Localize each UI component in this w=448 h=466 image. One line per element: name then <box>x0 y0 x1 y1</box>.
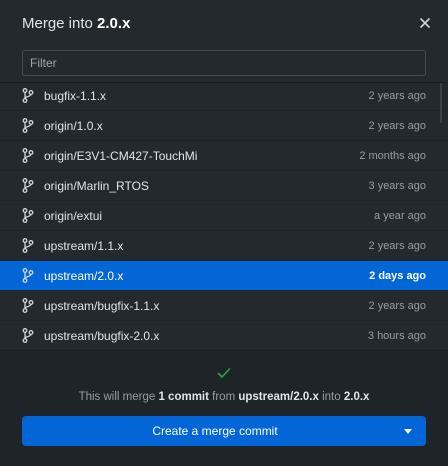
title-target-branch: 2.0.x <box>97 14 131 32</box>
merge-dialog: Merge into 2.0.x bugfix-1.1.x 2 years ago… <box>0 0 448 466</box>
branch-updated-time: 3 years ago <box>368 179 426 192</box>
branch-row[interactable]: bugfix-1.1.x 2 years ago <box>0 83 448 111</box>
branch-name: bugfix-1.1.x <box>44 88 107 103</box>
git-branch-icon <box>22 178 36 194</box>
branch-name: origin/Marlin_RTOS <box>44 178 149 193</box>
branch-row[interactable]: origin/extui a year ago <box>0 201 448 231</box>
branch-updated-time: 2 days ago <box>369 269 426 282</box>
git-branch-icon <box>22 88 36 104</box>
check-icon <box>217 368 231 378</box>
title-prefix: Merge into <box>22 14 93 32</box>
git-branch-icon <box>22 298 36 314</box>
branch-row[interactable]: origin/1.0.x 2 years ago <box>0 111 448 141</box>
git-branch-icon <box>22 118 36 134</box>
close-icon <box>420 18 430 28</box>
git-branch-icon <box>22 328 36 344</box>
git-branch-icon <box>22 148 36 164</box>
summary-source-branch: upstream/2.0.x <box>238 391 319 403</box>
summary-into: into <box>322 391 341 403</box>
filter-input[interactable] <box>22 50 426 76</box>
branch-updated-time: 2 years ago <box>368 299 426 312</box>
branch-updated-time: 2 years ago <box>368 239 426 252</box>
branch-row[interactable]: upstream/1.1.x 2 years ago <box>0 231 448 261</box>
close-button[interactable] <box>416 14 434 32</box>
git-branch-icon <box>22 208 36 224</box>
branch-updated-time: 3 hours ago <box>367 329 426 342</box>
branch-updated-time: 2 years ago <box>368 89 426 102</box>
summary-prefix: This will merge <box>78 391 156 403</box>
branch-row[interactable]: upstream/bugfix-1.1.x 2 years ago <box>0 291 448 321</box>
create-merge-commit-button[interactable]: Create a merge commit <box>22 416 426 446</box>
branch-updated-time: a year ago <box>374 209 426 222</box>
branch-list[interactable]: bugfix-1.1.x 2 years ago origin/1.0.x 2 yea… <box>0 82 448 351</box>
branch-row[interactable]: upstream/bugfix-2.0.x 3 hours ago <box>0 321 448 351</box>
caret-down-icon <box>404 428 412 434</box>
branch-name: origin/E3V1-CM427-TouchMi <box>44 148 198 163</box>
summary-from: from <box>212 391 236 403</box>
git-branch-icon <box>22 268 36 284</box>
summary-target-branch: 2.0.x <box>343 391 370 403</box>
branch-row[interactable]: origin/Marlin_RTOS 3 years ago <box>0 171 448 201</box>
dialog-title: Merge into 2.0.x <box>22 15 130 32</box>
branch-name: origin/1.0.x <box>44 118 103 133</box>
branch-name: upstream/bugfix-1.1.x <box>44 298 160 313</box>
branch-name: upstream/2.0.x <box>44 268 124 283</box>
branch-row[interactable]: origin/E3V1-CM427-TouchMi 2 months ago <box>0 141 448 171</box>
summary-commit-count: 1 commit <box>158 391 209 403</box>
branch-updated-time: 2 years ago <box>368 119 426 132</box>
git-branch-icon <box>22 238 36 254</box>
branch-row[interactable]: upstream/2.0.x 2 days ago <box>0 261 448 291</box>
branch-updated-time: 2 months ago <box>359 149 426 162</box>
merge-button-label: Create a merge commit <box>152 424 278 438</box>
dialog-header: Merge into 2.0.x <box>0 0 448 46</box>
merge-footer: This will merge 1 commit from upstream/2… <box>0 350 448 466</box>
filter-container <box>0 46 448 76</box>
merge-summary: This will merge 1 commit from upstream/2… <box>0 391 448 403</box>
branch-name: upstream/1.1.x <box>44 238 124 253</box>
branch-name: origin/extui <box>44 208 103 223</box>
merge-options-dropdown[interactable] <box>390 416 426 446</box>
branch-name: upstream/bugfix-2.0.x <box>44 328 160 343</box>
